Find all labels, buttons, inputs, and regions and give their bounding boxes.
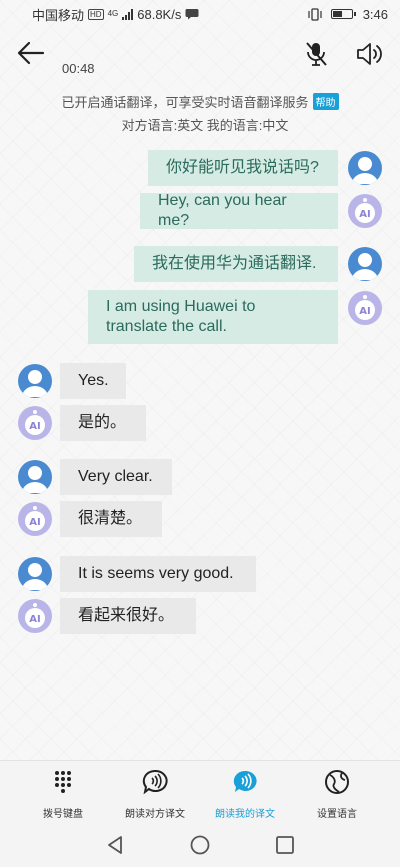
speech-bubble-sound-icon	[233, 770, 257, 792]
read-my-translation-button[interactable]: 朗读我的译文	[200, 769, 290, 820]
signal-icon	[122, 8, 134, 20]
svg-text:AI: AI	[29, 421, 40, 432]
help-link[interactable]: 帮助	[312, 93, 339, 110]
contact-avatar	[18, 460, 52, 494]
carrier-label: 中国移动	[32, 7, 85, 23]
language-info: 对方语言:英文 我的语言:中文	[121, 118, 289, 133]
vibrate-icon	[308, 7, 322, 21]
message-bubble: 很清楚。	[60, 501, 162, 537]
status-left: 中国移动 HD 4G 68.8K/s	[32, 5, 199, 24]
svg-text:AI: AI	[29, 614, 40, 625]
speaker-icon[interactable]	[355, 40, 383, 68]
home-circle-icon[interactable]	[189, 834, 211, 856]
ai-avatar: AI	[18, 502, 52, 536]
call-timer: 00:48	[62, 61, 95, 76]
speech-bubble-sound-icon	[142, 769, 168, 795]
ai-avatar: AI	[348, 291, 382, 325]
ai-avatar: AI	[18, 406, 52, 440]
message-bubble: 是的。	[60, 405, 146, 441]
ai-avatar: AI	[18, 599, 52, 633]
dialpad-button[interactable]: 拨号键盘	[18, 769, 108, 820]
dialpad-icon	[55, 771, 71, 793]
network-type: 4G	[107, 9, 119, 18]
dialpad-label: 拨号键盘	[43, 809, 83, 820]
message-text: Very clear.	[78, 468, 153, 485]
message-text: 你好能听见我说话吗?	[166, 159, 319, 176]
bottom-toolbar: 拨号键盘 朗读对方译文 朗读我的译文 设置语言	[0, 760, 400, 820]
read-other-label: 朗读对方译文	[125, 809, 185, 820]
back-triangle-icon[interactable]	[104, 834, 126, 856]
recents-square-icon[interactable]	[274, 834, 296, 856]
set-language-button[interactable]: 设置语言	[292, 769, 382, 820]
message-bubble: Hey, can you hear me?	[140, 192, 338, 229]
message-text: Yes.	[78, 372, 109, 389]
translation-notice: 已开启通话翻译，可享受实时语音翻译服务 帮助	[0, 92, 400, 111]
svg-text:AI: AI	[359, 306, 370, 317]
contact-avatar	[18, 557, 52, 591]
hd-badge: HD	[88, 8, 104, 20]
message-text: It is seems very good.	[78, 565, 234, 582]
svg-text:AI: AI	[359, 209, 370, 220]
read-mine-label: 朗读我的译文	[215, 809, 275, 820]
notice-text: 已开启通话翻译，可享受实时语音翻译服务	[61, 95, 309, 110]
contact-avatar	[18, 364, 52, 398]
message-text: 是的。	[78, 414, 127, 431]
message-bubble: 我在使用华为通话翻译.	[134, 246, 338, 282]
system-nav-bar	[0, 820, 400, 867]
svg-text:AI: AI	[29, 517, 40, 528]
user-avatar	[348, 247, 382, 281]
message-icon	[185, 9, 199, 20]
status-right: 3:46	[307, 7, 388, 22]
message-text: Hey, can you hear me?	[158, 192, 287, 229]
message-bubble: It is seems very good.	[60, 556, 256, 592]
message-text: 看起来很好。	[78, 607, 175, 624]
message-bubble: Very clear.	[60, 459, 172, 495]
set-language-label: 设置语言	[317, 809, 357, 820]
user-avatar	[348, 151, 382, 185]
back-arrow-icon[interactable]	[16, 40, 46, 66]
globe-icon	[325, 770, 349, 794]
status-bar: 中国移动 HD 4G 68.8K/s 3:46	[0, 0, 400, 28]
message-bubble: Yes.	[60, 363, 126, 399]
ai-avatar: AI	[348, 194, 382, 228]
call-header: 00:48	[0, 28, 400, 80]
read-other-translation-button[interactable]: 朗读对方译文	[110, 769, 200, 820]
message-text: I am using Huawei to translate the call.	[106, 298, 256, 335]
message-text: 很清楚。	[78, 510, 143, 527]
clock: 3:46	[362, 6, 388, 22]
net-speed: 68.8K/s	[137, 6, 182, 22]
battery-icon	[330, 9, 356, 19]
message-bubble: 你好能听见我说话吗?	[148, 150, 338, 186]
mute-microphone-icon[interactable]	[303, 40, 329, 68]
message-bubble: 看起来很好。	[60, 598, 196, 634]
message-bubble: I am using Huawei to translate the call.	[88, 290, 338, 344]
message-text: 我在使用华为通话翻译.	[152, 255, 317, 272]
